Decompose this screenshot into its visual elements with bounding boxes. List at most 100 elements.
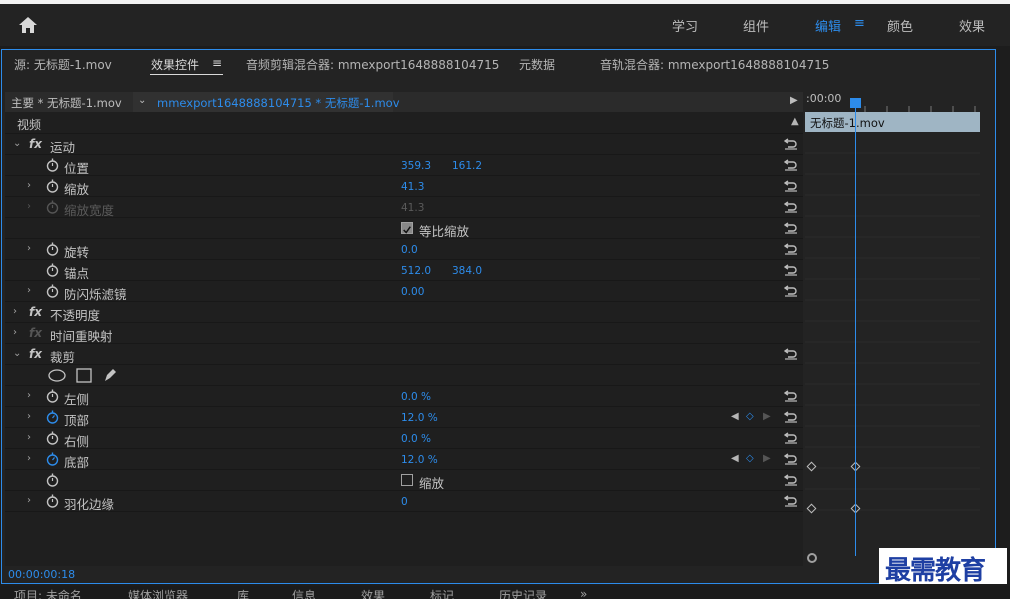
reset-icon[interactable]: [784, 241, 798, 255]
reset-icon[interactable]: [784, 472, 798, 486]
next-keyframe-icon[interactable]: ▶: [763, 411, 771, 422]
reset-icon[interactable]: [784, 136, 798, 150]
uniform-scale-checkbox[interactable]: [401, 222, 413, 234]
home-icon[interactable]: [18, 16, 38, 34]
reset-icon[interactable]: [784, 178, 798, 192]
fx-icon[interactable]: fx: [29, 137, 42, 151]
stopwatch-icon[interactable]: [46, 263, 59, 277]
workspace-learn[interactable]: 学习: [672, 16, 698, 35]
chevron-right-icon[interactable]: ›: [27, 390, 31, 401]
reset-icon[interactable]: [784, 346, 798, 360]
feather-value[interactable]: 0: [401, 496, 408, 508]
fx-icon[interactable]: fx: [29, 347, 42, 361]
add-keyframe-icon[interactable]: ◇: [746, 453, 754, 464]
prev-keyframe-icon[interactable]: ◀: [731, 453, 739, 464]
chevron-down-icon[interactable]: ⌄: [13, 348, 21, 359]
more-tabs-icon[interactable]: »: [580, 587, 587, 599]
effect-motion[interactable]: ⌄ fx 运动: [5, 134, 803, 155]
tab-audio-clip-mixer[interactable]: 音频剪辑混合器: mmexport1648888104715: [246, 56, 499, 73]
reset-icon[interactable]: [784, 451, 798, 465]
collapse-up-icon[interactable]: ▲: [791, 116, 799, 127]
chevron-right-icon[interactable]: ›: [27, 453, 31, 464]
time-ruler[interactable]: :00:00: [805, 92, 995, 112]
effect-time-remap[interactable]: › fx 时间重映射: [5, 323, 803, 344]
add-keyframe-icon[interactable]: ◇: [746, 411, 754, 422]
chevron-right-icon[interactable]: ›: [27, 285, 31, 296]
tab-metadata[interactable]: 元数据: [519, 56, 555, 73]
effect-crop[interactable]: ⌄ fx 裁剪: [5, 344, 803, 365]
tab-info[interactable]: 信息: [292, 587, 316, 599]
anchor-x-value[interactable]: 512.0: [401, 265, 431, 277]
stopwatch-icon[interactable]: [46, 242, 59, 256]
stopwatch-icon[interactable]: [46, 494, 59, 508]
tab-audio-track-mixer[interactable]: 音轨混合器: mmexport1648888104715: [600, 56, 829, 73]
tab-history[interactable]: 历史记录: [499, 587, 547, 599]
tab-libraries[interactable]: 库: [237, 587, 249, 599]
prev-keyframe-icon[interactable]: ◀: [731, 411, 739, 422]
workspace-effects[interactable]: 效果: [959, 16, 985, 35]
stopwatch-active-icon[interactable]: [46, 410, 59, 424]
chevron-right-icon[interactable]: ›: [27, 495, 31, 506]
reset-icon[interactable]: [784, 199, 798, 213]
stopwatch-icon[interactable]: [46, 179, 59, 193]
reset-icon[interactable]: [784, 388, 798, 402]
rotation-value[interactable]: 0.0: [401, 244, 418, 256]
rectangle-mask-icon[interactable]: [76, 368, 92, 383]
chevron-right-icon[interactable]: ›: [13, 327, 17, 338]
play-icon[interactable]: ▶: [790, 95, 798, 106]
workspace-color[interactable]: 颜色: [887, 16, 913, 35]
scale-value[interactable]: 41.3: [401, 181, 424, 193]
crop-bottom-value[interactable]: 12.0 %: [401, 454, 438, 466]
chevron-right-icon[interactable]: ›: [27, 180, 31, 191]
chevron-right-icon[interactable]: ›: [27, 432, 31, 443]
workspace-menu-icon[interactable]: ≡: [854, 16, 865, 31]
zoom-scroll-handle[interactable]: [807, 553, 817, 563]
crop-right-value[interactable]: 0.0 %: [401, 433, 431, 445]
reset-icon[interactable]: [784, 220, 798, 234]
stopwatch-icon[interactable]: [46, 431, 59, 445]
next-keyframe-icon[interactable]: ▶: [763, 453, 771, 464]
fx-icon[interactable]: fx: [29, 305, 42, 319]
playhead-line[interactable]: [855, 98, 856, 556]
crop-left-value[interactable]: 0.0 %: [401, 391, 431, 403]
zoom-checkbox[interactable]: [401, 474, 413, 486]
current-timecode[interactable]: 00:00:00:18: [8, 568, 75, 581]
tab-project[interactable]: 项目: 未命名: [14, 587, 82, 599]
tab-effects[interactable]: 效果: [361, 587, 385, 599]
tab-menu-icon[interactable]: ≡: [212, 56, 222, 70]
reset-icon[interactable]: [784, 262, 798, 276]
reset-icon[interactable]: [784, 430, 798, 444]
master-clip-label[interactable]: 主要 * 无标题-1.mov: [11, 95, 122, 111]
chevron-down-icon[interactable]: ⌄: [138, 95, 146, 106]
effect-opacity[interactable]: › fx 不透明度: [5, 302, 803, 323]
anti-flicker-value[interactable]: 0.00: [401, 286, 424, 298]
reset-icon[interactable]: [784, 493, 798, 507]
tab-media-browser[interactable]: 媒体浏览器: [128, 587, 188, 599]
stopwatch-icon[interactable]: [46, 284, 59, 298]
stopwatch-active-icon[interactable]: [46, 452, 59, 466]
timeline-clip[interactable]: 无标题-1.mov: [805, 112, 980, 132]
reset-icon[interactable]: [784, 157, 798, 171]
selected-clip-label[interactable]: mmexport1648888104715 * 无标题-1.mov: [157, 95, 400, 111]
workspace-assembly[interactable]: 组件: [743, 16, 769, 35]
reset-icon[interactable]: [784, 283, 798, 297]
position-x-value[interactable]: 359.3: [401, 160, 431, 172]
chevron-right-icon[interactable]: ›: [27, 243, 31, 254]
crop-top-value[interactable]: 12.0 %: [401, 412, 438, 424]
chevron-right-icon[interactable]: ›: [27, 411, 31, 422]
stopwatch-icon[interactable]: [46, 389, 59, 403]
chevron-right-icon[interactable]: ›: [13, 306, 17, 317]
mini-timeline[interactable]: :00:00 无标题-1.mov: [805, 92, 995, 566]
tab-source[interactable]: 源: 无标题-1.mov: [14, 56, 112, 73]
chevron-down-icon[interactable]: ⌄: [13, 138, 21, 149]
ellipse-mask-icon[interactable]: [48, 369, 66, 382]
tab-effect-controls[interactable]: 效果控件: [151, 56, 199, 73]
workspace-editing[interactable]: 编辑: [815, 16, 841, 35]
stopwatch-icon[interactable]: [46, 158, 59, 172]
reset-icon[interactable]: [784, 409, 798, 423]
tab-markers[interactable]: 标记: [430, 587, 454, 599]
pen-mask-icon[interactable]: [102, 367, 118, 383]
anchor-y-value[interactable]: 384.0: [452, 265, 482, 277]
stopwatch-icon[interactable]: [46, 473, 59, 487]
position-y-value[interactable]: 161.2: [452, 160, 482, 172]
